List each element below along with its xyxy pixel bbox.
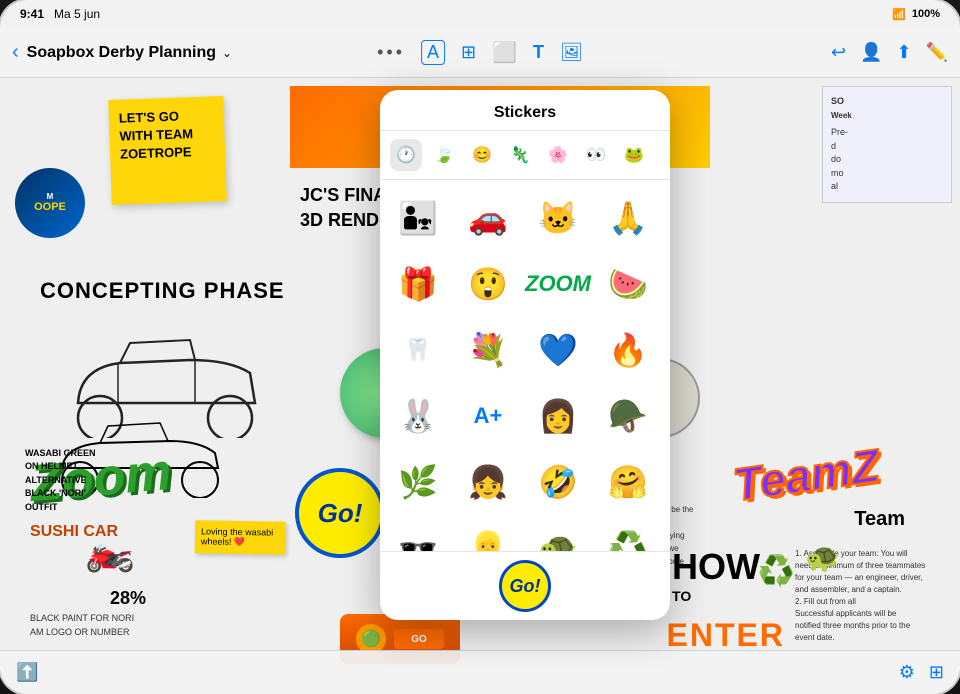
sticker-category-bar[interactable]: 🕐 🍃 😊 🦎 🌸 👀 🐸 [380, 131, 670, 180]
sticker-item[interactable]: 🦷 [388, 320, 448, 380]
sticker-item[interactable]: 👩 [528, 386, 588, 446]
format-tool[interactable]: A [421, 40, 445, 65]
sticky-note[interactable]: LET'S GOWITH TEAMZOETROPE [108, 96, 227, 205]
sticker-item[interactable]: 🎁 [388, 254, 448, 314]
right-panel-text: Pre-ddomoal [831, 126, 943, 194]
status-date: Ma 5 jun [54, 7, 100, 21]
text-tool[interactable]: T [533, 42, 544, 63]
sticker-item[interactable]: 🤣 [528, 452, 588, 512]
sticker-item[interactable]: 🚗 [458, 188, 518, 248]
stickers-grid[interactable]: 👨‍👧 🚗 🐱 🙏 🎁 😲 ZOOM 🍉 🦷 💐 💙 🔥 🐰 A+ 👩 🪖 🌿 … [380, 180, 670, 551]
sticker-item[interactable]: 👧 [458, 452, 518, 512]
concepting-phase-label: CONCEPTING PHASE [40, 278, 285, 304]
percent-label: 28% [110, 588, 146, 609]
bottom-left-controls: ⬆️ [16, 662, 38, 683]
loving-note: Loving the wasabi wheels! ❤️ [195, 520, 286, 555]
to-text: TO [672, 588, 760, 604]
sticker-item[interactable]: 🤗 [598, 452, 658, 512]
enter-text: ENTER [667, 617, 785, 654]
cat-leaf[interactable]: 🍃 [428, 139, 460, 171]
grid-view-button[interactable]: ⊞ [929, 662, 944, 683]
sticker-item[interactable]: 🙏 [598, 188, 658, 248]
sticker-item[interactable]: 💙 [528, 320, 588, 380]
sticker-item[interactable]: 🕶️ [388, 518, 448, 551]
teamz-sticker: TeamZ [730, 438, 883, 512]
cat-eyes[interactable]: 👀 [580, 139, 612, 171]
status-right: 📶 100% [892, 8, 940, 21]
sticky-note-text: LET'S GOWITH TEAMZOETROPE [119, 106, 216, 164]
image-tool[interactable]: 🖼 [560, 42, 583, 63]
cat-frog[interactable]: 🐸 [618, 139, 650, 171]
stickers-bottom: Go! [380, 551, 670, 620]
cat-emoji[interactable]: 😊 [466, 139, 498, 171]
bottom-action-button[interactable]: ⬆️ [16, 662, 38, 683]
toolbar-center: ••• A ⊞ ⬜ T 🖼 [377, 40, 583, 65]
sticker-item[interactable]: ZOOM [528, 254, 588, 314]
sticker-item[interactable]: A+ [458, 386, 518, 446]
undo-button[interactable]: ↩ [831, 42, 846, 63]
bottom-annotations: BLACK PAINT FOR NORIAM LOGO OR NUMBER [30, 612, 134, 639]
battery-text: 100% [912, 8, 940, 20]
sticker-item[interactable]: 🍉 [598, 254, 658, 314]
bottom-right-controls: ⚙ ⊞ [899, 662, 944, 683]
document-title: Soapbox Derby Planning [27, 44, 216, 62]
sticker-item[interactable]: 💐 [458, 320, 518, 380]
sticker-item[interactable]: 🐱 [528, 188, 588, 248]
how-text: HOW [672, 546, 760, 588]
stickers-header: Stickers [380, 90, 670, 131]
sticker-item[interactable]: 🔥 [598, 320, 658, 380]
sticker-item[interactable]: 🐰 [388, 386, 448, 446]
status-bar: 9:41 Ma 5 jun 📶 100% [0, 0, 960, 28]
right-panel: SOWeek Pre-ddomoal [822, 86, 952, 203]
team-logo-badge: M OOPE [15, 168, 85, 238]
stickers-title: Stickers [494, 104, 556, 121]
more-button[interactable]: ••• [377, 42, 405, 63]
cat-recent[interactable]: 🕐 [390, 139, 422, 171]
sticker-item[interactable]: 🐢 [528, 518, 588, 551]
rider-figure: 🏍️ [85, 527, 135, 574]
edit-button[interactable]: ✏️ [926, 42, 948, 63]
sticker-item[interactable]: 🌿 [388, 452, 448, 512]
node-graph-button[interactable]: ⚙ [899, 662, 915, 683]
share-button[interactable]: ⬆ [896, 42, 911, 63]
toolbar-right: ↩ 👤 ⬆ ✏️ [831, 42, 948, 63]
media-tool[interactable]: ⬜ [492, 40, 517, 65]
recycle-sticker: ♻️ [758, 554, 795, 589]
go-sticker-canvas: Go! [295, 468, 385, 558]
wasabi-notes: WASABI GREENON HELMETALTERNATIVEBLACK 'N… [25, 447, 96, 515]
ipad-frame: 9:41 Ma 5 jun 📶 100% ‹ Soapbox Derby Pla… [0, 0, 960, 694]
bottom-toolbar: ⬆️ ⚙ ⊞ [0, 650, 960, 694]
sticker-item[interactable]: 👱‍♀️ [458, 518, 518, 551]
stickers-panel: Stickers 🕐 🍃 😊 🦎 🌸 👀 🐸 👨‍👧 🚗 🐱 🙏 🎁 😲 ZOO… [380, 90, 670, 620]
cat-lizard[interactable]: 🦎 [504, 139, 536, 171]
sticker-item[interactable]: ♻️ [598, 518, 658, 551]
back-button[interactable]: ‹ [12, 41, 19, 64]
sticker-item[interactable]: 😲 [458, 254, 518, 314]
status-time: 9:41 [20, 7, 44, 21]
cat-flower[interactable]: 🌸 [542, 139, 574, 171]
dropdown-icon[interactable]: ⌄ [222, 46, 232, 60]
team-label-right: Team [854, 508, 905, 531]
how-section: HOW TO [672, 546, 760, 604]
turtle-sticker: 🐢 [805, 541, 840, 574]
collaborate-button[interactable]: 👤 [860, 42, 882, 63]
go-sticker-panel[interactable]: Go! [499, 560, 551, 612]
table-tool[interactable]: ⊞ [461, 42, 476, 63]
top-toolbar: ‹ Soapbox Derby Planning ⌄ ••• A ⊞ ⬜ T 🖼… [0, 28, 960, 78]
sticker-item[interactable]: 🪖 [598, 386, 658, 446]
sticker-item[interactable]: 👨‍👧 [388, 188, 448, 248]
right-panel-header: SOWeek [831, 95, 943, 122]
wifi-icon: 📶 [892, 8, 906, 21]
